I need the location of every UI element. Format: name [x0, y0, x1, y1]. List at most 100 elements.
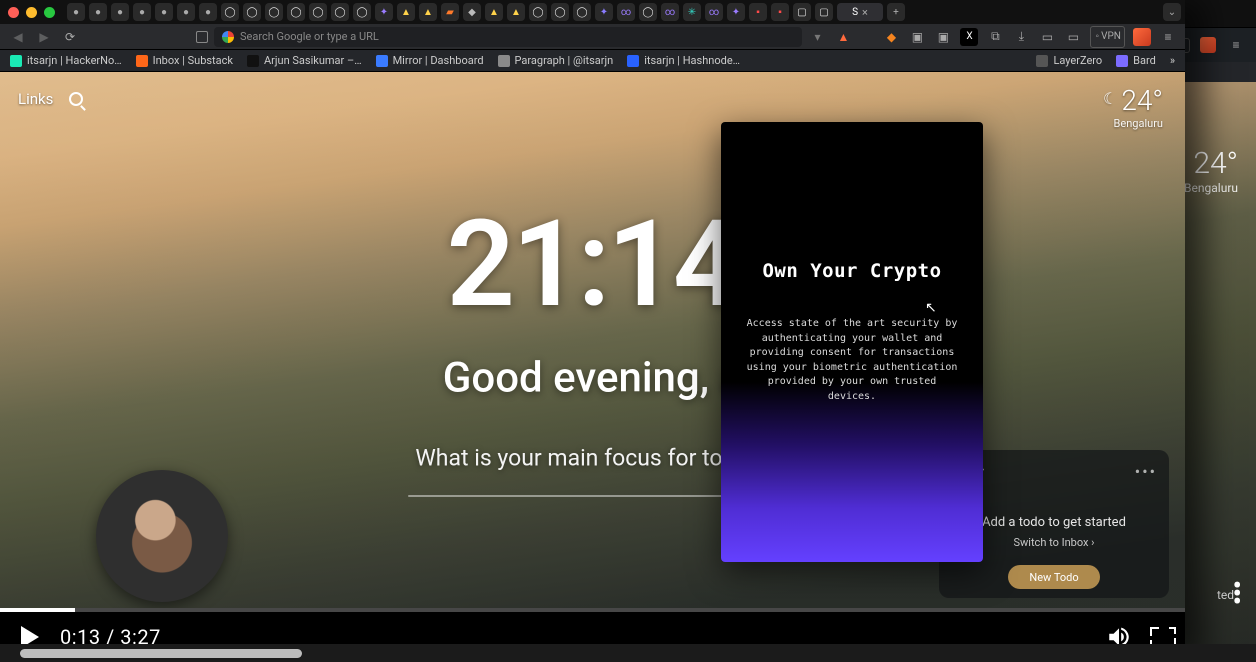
bookmark-item[interactable]: Arjun Sasikumar –… — [247, 54, 362, 67]
bookmark-item[interactable]: Mirror | Dashboard — [376, 54, 484, 67]
tab-favicon[interactable]: ✦ — [727, 3, 745, 21]
tab-favicon[interactable]: ● — [155, 3, 173, 21]
recorded-browser: ● ● ● ● ● ● ● ◯ ◯ ◯ ◯ ◯ ◯ ◯ ✦ ▲ ▲ ▰ ◆ ▲ … — [0, 0, 1185, 608]
links-bar: Links — [18, 90, 83, 108]
scrollbar-thumb[interactable] — [20, 649, 302, 658]
tab-favicon[interactable]: ◆ — [463, 3, 481, 21]
fullscreen-button[interactable] — [1141, 629, 1185, 645]
tab-favicon[interactable]: ◯ — [221, 3, 239, 21]
tab-favicon[interactable]: ◯ — [639, 3, 657, 21]
tab-favicon[interactable]: ◯ — [309, 3, 327, 21]
menu-button[interactable]: ≡ — [1226, 35, 1246, 55]
back-button[interactable]: ◀ — [8, 27, 28, 47]
tab-favicon[interactable]: ● — [111, 3, 129, 21]
tab-favicon[interactable]: ◯ — [243, 3, 261, 21]
momentum-newtab: Links ☾24° Bengaluru 21:14 Good evening,… — [0, 72, 1185, 608]
avatar[interactable] — [96, 470, 228, 602]
ext-metamask-icon[interactable]: ◆ — [882, 28, 900, 46]
tab-favicon[interactable]: ∞ — [705, 3, 723, 21]
tab-favicon[interactable]: ▪ — [771, 3, 789, 21]
tab-favicon[interactable]: ▰ — [441, 3, 459, 21]
tab-favicon[interactable]: ▲ — [397, 3, 415, 21]
wallet-icon[interactable]: ▭ — [1038, 28, 1056, 46]
tab-favicon[interactable]: ▲ — [419, 3, 437, 21]
ext-icon[interactable]: ▣ — [908, 28, 926, 46]
tab-selected[interactable]: S × — [837, 3, 883, 21]
tab-favicon[interactable]: ▢ — [793, 3, 811, 21]
ext-icon[interactable]: ▣ — [934, 28, 952, 46]
tab-favicon[interactable]: ▪ — [749, 3, 767, 21]
bookmark-item[interactable]: itsarjn | Hashnode… — [627, 54, 740, 67]
tab-favicon[interactable]: ◯ — [287, 3, 305, 21]
bookmark-item[interactable]: Bard — [1116, 54, 1156, 67]
bookmark-overflow[interactable]: » — [1170, 54, 1175, 67]
download-icon[interactable]: ⤓ — [1012, 28, 1030, 46]
bookmark-label: Mirror | Dashboard — [393, 54, 484, 67]
tab-favicon[interactable]: ∞ — [661, 3, 679, 21]
search-icon[interactable] — [69, 92, 83, 106]
video-overflow-menu[interactable]: ••• — [1233, 582, 1242, 606]
temperature-value: 24° — [1193, 146, 1238, 181]
window-minimize-icon[interactable] — [26, 7, 37, 18]
tab-favicon[interactable]: ✦ — [595, 3, 613, 21]
bookmark-label: itsarjn | HackerNo… — [27, 54, 122, 67]
tab-favicon[interactable]: ◯ — [265, 3, 283, 21]
tab-favicon[interactable]: ◯ — [551, 3, 569, 21]
tab-favicon[interactable]: ◯ — [353, 3, 371, 21]
favicon-icon — [136, 55, 148, 67]
tab-favicon[interactable]: ◯ — [529, 3, 547, 21]
reload-button[interactable]: ⟳ — [60, 27, 80, 47]
bookmark-label: Bard — [1133, 54, 1156, 67]
bookmark-label: Arjun Sasikumar –… — [264, 54, 362, 67]
tab-favicon[interactable]: ◯ — [573, 3, 591, 21]
address-bar[interactable]: Search Google or type a URL — [214, 27, 802, 47]
todo-menu[interactable]: ••• — [1135, 462, 1157, 481]
tab-favicon[interactable]: ● — [177, 3, 195, 21]
tab-favicon[interactable]: ◯ — [331, 3, 349, 21]
ext-icon[interactable]: X — [960, 28, 978, 46]
tab-favicon[interactable]: ▢ — [815, 3, 833, 21]
close-icon[interactable]: × — [862, 6, 868, 19]
focus-prompt[interactable]: What is your main focus for today? — [415, 444, 769, 471]
bookmark-item[interactable]: Paragraph | @itsarjn — [498, 54, 614, 67]
fullscreen-icon — [1152, 629, 1174, 645]
weather-widget[interactable]: ☾24° Bengaluru — [1103, 84, 1163, 130]
tab-add[interactable]: + — [887, 3, 905, 21]
horizontal-scrollbar[interactable] — [0, 644, 1256, 662]
tab-favicon[interactable]: ● — [133, 3, 151, 21]
brave-icon[interactable] — [1200, 37, 1216, 53]
chevron-right-icon: » — [1170, 54, 1175, 67]
menu-button[interactable]: ≡ — [1159, 28, 1177, 46]
brave-shield-icon[interactable]: ▲ — [834, 28, 852, 46]
partial-text: ted — [1217, 588, 1234, 602]
links-menu[interactable]: Links — [18, 90, 53, 108]
temperature-value: 24° — [1121, 84, 1163, 117]
bookmark-label: itsarjn | Hashnode… — [644, 54, 740, 67]
bookmark-item[interactable]: Inbox | Substack — [136, 54, 233, 67]
shiled-icon[interactable]: ▾ — [808, 28, 826, 46]
window-maximize-icon[interactable] — [44, 7, 55, 18]
window-close-icon[interactable] — [8, 7, 19, 18]
tab-favicon[interactable]: ▲ — [485, 3, 503, 21]
brave-icon[interactable] — [1133, 28, 1151, 46]
sidebar-toggle-icon[interactable] — [196, 31, 208, 43]
cursor-icon: ↖ — [925, 300, 937, 316]
tab-favicon[interactable]: ∞ — [617, 3, 635, 21]
vpn-badge[interactable]: ◦ VPN — [1090, 26, 1125, 48]
new-todo-button[interactable]: New Todo — [1008, 565, 1100, 589]
forward-button[interactable]: ▶ — [34, 27, 54, 47]
window-icon[interactable]: ▭ — [1064, 28, 1082, 46]
crypto-extension-popover[interactable]: Own Your Crypto Access state of the art … — [721, 122, 983, 562]
tab-favicon[interactable]: ▲ — [507, 3, 525, 21]
tab-favicon[interactable]: ✳ — [683, 3, 701, 21]
tab-favicon[interactable]: ✦ — [375, 3, 393, 21]
tab-overflow[interactable]: ⌄ — [1163, 3, 1181, 21]
bookmark-folder[interactable]: LayerZero — [1036, 54, 1102, 67]
tab-favicon[interactable]: ● — [67, 3, 85, 21]
tab-favicon[interactable]: ● — [89, 3, 107, 21]
favicon-icon — [376, 55, 388, 67]
bookmark-item[interactable]: itsarjn | HackerNo… — [10, 54, 122, 67]
extensions-icon[interactable]: ⧉ — [986, 28, 1004, 46]
tab-favicon[interactable]: ● — [199, 3, 217, 21]
vpn-label: VPN — [1102, 28, 1120, 46]
